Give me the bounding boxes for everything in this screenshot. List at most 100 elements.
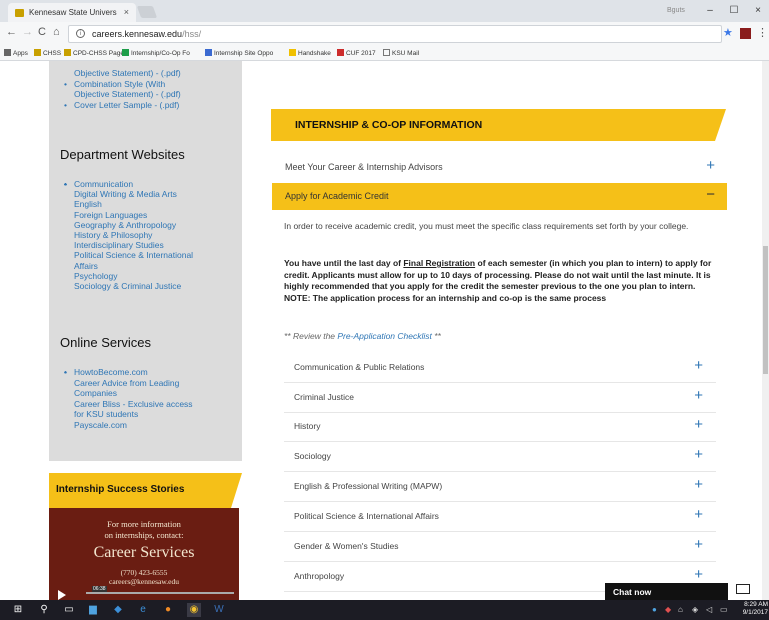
extension-icon[interactable] [740,28,751,39]
bookmark-internship-site[interactable]: Internship Site Oppo [205,49,273,57]
store-icon[interactable]: ◆ [111,603,125,617]
department-links: • Communication • Digital Writing & Media … [64,179,239,291]
dept-link[interactable]: • Digital Writing & Media Arts [64,179,239,199]
speaker-icon[interactable]: ◁ [706,605,712,614]
plus-icon[interactable]: + [694,447,703,462]
bookmark-star-icon[interactable]: ★ [723,26,733,39]
taskbar-clock[interactable]: 8:29 AM 9/1/2017 [742,601,768,617]
pre-application-checklist-link[interactable]: Pre-Application Checklist [337,331,431,341]
word-icon[interactable]: W [212,603,226,617]
bookmark-ksu-mail[interactable]: KSU Mail [383,49,419,57]
online-link[interactable]: for KSU students [74,409,239,420]
resource-link[interactable]: • Combination Style (With [64,79,239,90]
accordion-academic-credit[interactable]: Apply for Academic Credit − [272,183,727,210]
network-icon[interactable]: ⌂ [678,605,683,614]
bookmark-cpd-chss[interactable]: CPD-CHSS Page [64,49,124,57]
bullet-icon: • [64,179,67,189]
online-link[interactable]: • Career Advice from Leading [64,367,239,389]
dept-accordion-label: Gender & Women's Studies [294,541,399,551]
minimize-button[interactable]: – [700,2,720,20]
forward-button[interactable]: → [22,26,33,38]
browser-tab[interactable]: Kennesaw State Univers × [8,3,136,22]
browser-menu-button[interactable]: ⋮ [757,26,768,39]
chat-window-icon[interactable] [736,584,750,594]
dept-accordion-item[interactable]: Sociology + [284,442,716,472]
plus-icon[interactable]: + [694,388,703,403]
dept-accordion-item[interactable]: Communication & Public Relations + [284,353,716,383]
dept-link[interactable]: • History & Philosophy [64,179,239,240]
site-icon [205,49,212,56]
tray-app-icon[interactable]: ◈ [692,605,698,614]
firefox-icon[interactable]: ● [161,603,175,617]
dept-accordion-label: English & Professional Writing (MAPW) [294,481,443,491]
plus-icon[interactable]: + [694,537,703,552]
address-bar[interactable]: i careers.kennesaw.edu/hss/ [68,25,722,43]
window-close-button[interactable]: × [748,2,768,20]
final-registration-link[interactable]: Final Registration [403,258,475,268]
chrome-icon[interactable]: ◉ [187,603,201,617]
dept-link[interactable]: • Sociology & Criminal Justice [64,179,239,291]
chat-now-button[interactable]: Chat now [605,583,728,600]
windows-start-icon[interactable]: ⊞ [11,603,25,617]
video-progress-bar[interactable] [86,592,234,594]
bookmark-chss[interactable]: CHSS [34,49,61,57]
dept-accordion-item[interactable]: Political Science & International Affair… [284,502,716,532]
dept-link[interactable]: • Interdisciplinary Studies [64,179,239,250]
edge-icon[interactable]: e [136,603,150,617]
dept-link[interactable]: • Political Science & International [64,179,239,260]
browser-user-name[interactable]: Bguts [667,7,685,14]
plus-icon[interactable]: + [694,417,703,432]
dept-accordion-item[interactable]: History + [284,412,716,442]
site-info-icon[interactable]: i [76,29,85,38]
resource-link[interactable]: Objective Statement) - (.pdf) [74,89,239,100]
dept-link[interactable]: • Foreign Languages [64,179,239,220]
dept-link[interactable]: • English [64,179,239,209]
url-host: careers.kennesaw.edu [92,29,183,39]
dept-accordion-item[interactable]: Gender & Women's Studies + [284,532,716,562]
resource-link[interactable]: Objective Statement) - (.pdf) [74,68,239,79]
plus-icon[interactable]: + [694,477,703,492]
file-explorer-icon[interactable]: ▆ [86,603,100,617]
bookmark-handshake[interactable]: Handshake [289,49,331,57]
success-stories-title: Internship Success Stories [56,484,185,495]
plus-icon[interactable]: + [694,567,703,582]
home-button[interactable]: ⌂ [53,26,60,38]
tab-close-button[interactable]: × [124,7,129,17]
dept-accordion-item[interactable]: Criminal Justice + [284,383,716,413]
dept-link[interactable]: Affairs [74,261,239,271]
play-icon[interactable] [58,590,66,600]
new-tab-button[interactable] [136,6,158,18]
dept-accordion-item[interactable]: English & Professional Writing (MAPW) + [284,472,716,502]
bookmark-apps[interactable]: Apps [4,49,28,57]
plus-icon[interactable]: + [694,358,703,373]
task-view-icon[interactable]: ▭ [62,603,76,617]
back-button[interactable]: ← [6,26,17,38]
scrollbar-thumb[interactable] [763,246,768,374]
bookmark-internship-form[interactable]: Internship/Co-Op Fo [122,49,190,57]
dept-accordion-label: Sociology [294,451,331,461]
online-link[interactable]: • HowtoBecome.com [64,367,239,378]
browser-toolbar: ← → C ⌂ i careers.kennesaw.edu/hss/ ★ ⋮ [0,22,769,46]
online-link[interactable]: • Career Bliss - Exclusive access [64,367,239,410]
tray-app-icon[interactable]: ◆ [665,605,671,614]
dept-link[interactable]: • Communication [64,179,239,189]
page-scrollbar[interactable] [762,61,769,600]
resource-link[interactable]: • Cover Letter Sample - (.pdf) [64,100,239,111]
maximize-button[interactable]: ☐ [724,2,744,20]
search-icon[interactable]: ⚲ [37,603,51,617]
accordion-advisors[interactable]: Meet Your Career & Internship Advisors + [272,154,727,181]
tray-app-icon[interactable]: ● [652,605,657,614]
clock-time: 8:29 AM [744,601,768,608]
online-link[interactable]: • Payscale.com [64,367,239,431]
minus-icon[interactable]: − [706,187,715,202]
dept-accordion-label: Communication & Public Relations [294,362,425,372]
plus-icon[interactable]: + [694,507,703,522]
online-link[interactable]: Companies [74,388,239,399]
tray-app-icon[interactable]: ▭ [720,605,728,614]
plus-icon[interactable]: + [706,158,715,173]
reload-button[interactable]: C [38,26,46,38]
video-player[interactable]: For more information on internships, con… [49,508,239,600]
bookmark-cuf[interactable]: CUF 2017 [337,49,376,57]
dept-link[interactable]: • Psychology [64,179,239,281]
dept-link[interactable]: • Geography & Anthropology [64,179,239,230]
